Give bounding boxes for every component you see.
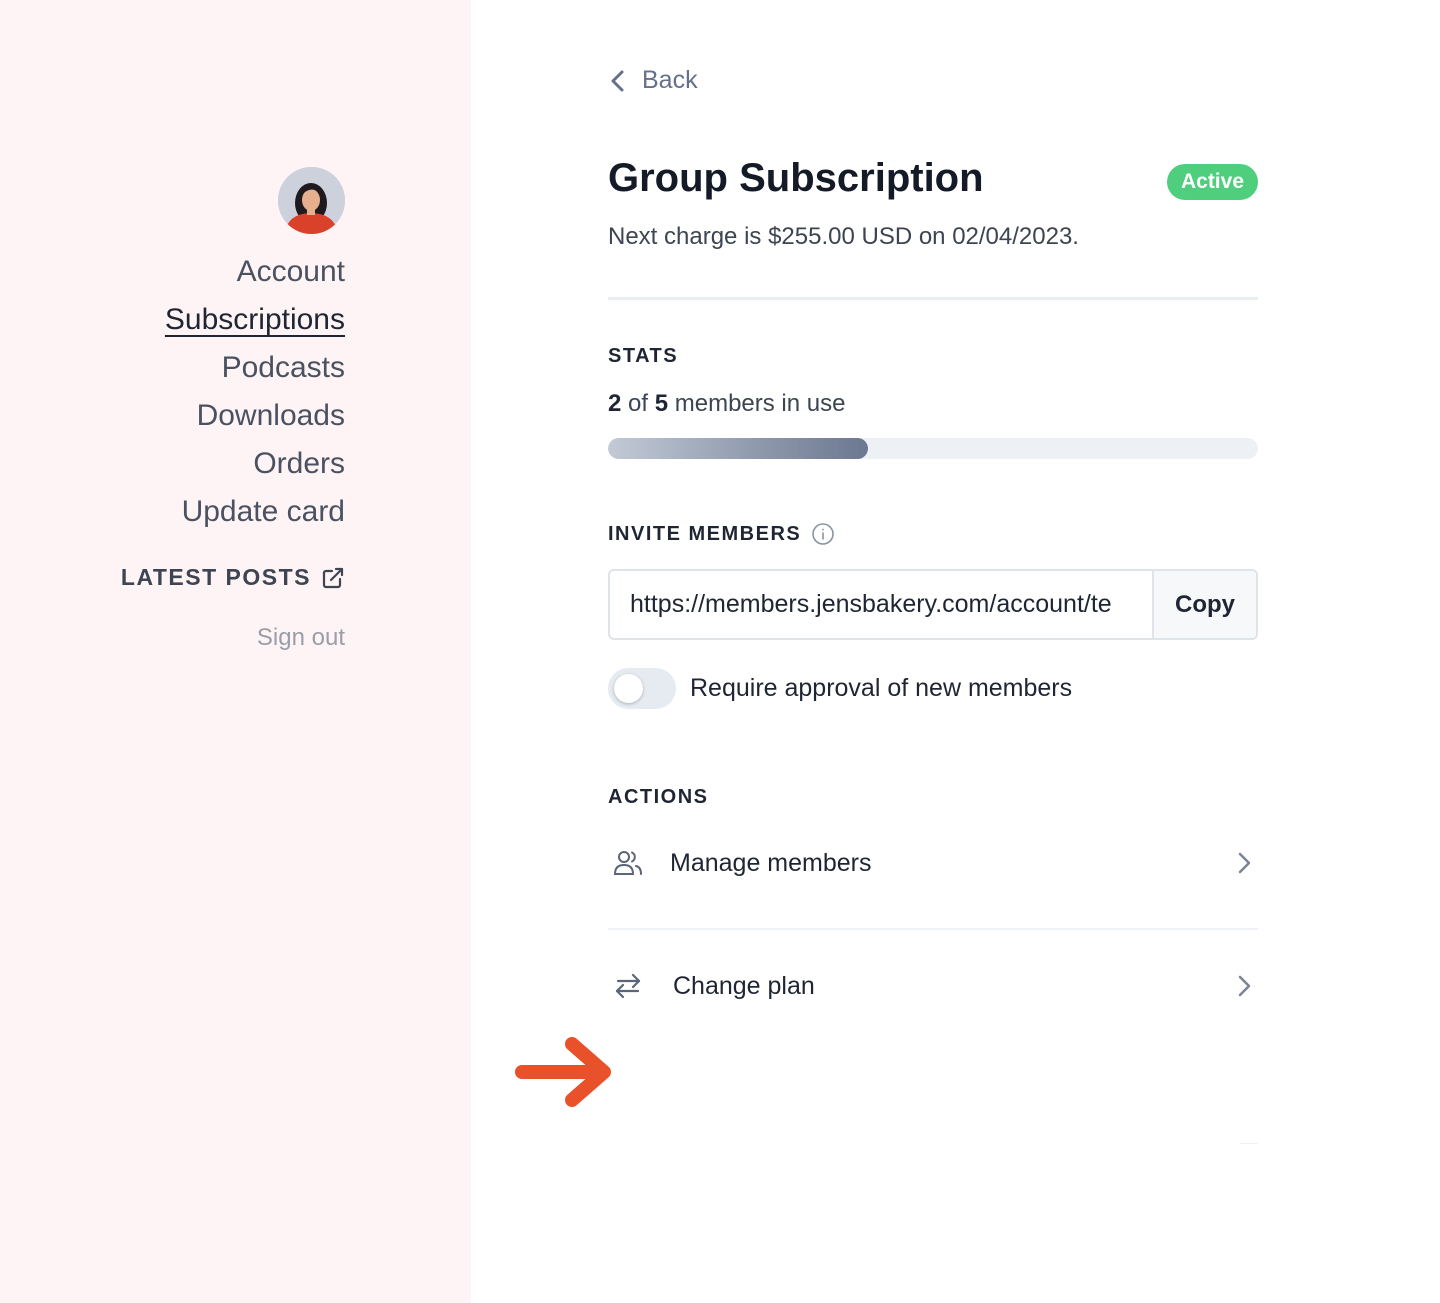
require-approval-label: Require approval of new members — [690, 674, 1073, 702]
status-badge: Active — [1166, 164, 1258, 200]
latest-posts-label: LATEST POSTS — [120, 564, 311, 590]
back-link[interactable]: Back — [608, 66, 698, 95]
account-nav: Account Subscriptions Podcasts Downloads… — [165, 248, 345, 536]
latest-posts-link[interactable]: LATEST POSTS — [121, 564, 345, 591]
members-total-count: 5 — [654, 390, 669, 417]
chevron-left-icon — [611, 70, 624, 91]
swap-arrows-icon — [608, 966, 648, 1006]
stats-heading: STATS — [608, 345, 679, 367]
invite-link-field: Copy — [608, 569, 1258, 640]
members-progress-bar — [608, 438, 1258, 459]
next-charge-text: Next charge is $255.00 USD on 02/04/2023… — [608, 223, 1079, 250]
back-label: Back — [642, 66, 698, 94]
section-divider — [608, 297, 1258, 300]
invite-url-input[interactable] — [610, 571, 1152, 638]
members-usage-text: 2 of 5 members in use — [608, 390, 845, 418]
avatar-image — [278, 167, 345, 234]
change-plan-action[interactable]: Change plan — [608, 966, 1258, 1006]
nav-item-downloads[interactable]: Downloads — [197, 392, 345, 440]
invite-members-label: INVITE MEMBERS — [608, 522, 802, 545]
members-of-text: of — [621, 390, 655, 417]
toggle-knob — [614, 674, 643, 703]
nav-item-orders[interactable]: Orders — [253, 440, 345, 488]
sidebar: Account Subscriptions Podcasts Downloads… — [0, 0, 471, 1303]
sign-out-link[interactable]: Sign out — [257, 624, 345, 652]
action-divider — [608, 928, 1258, 930]
actions-heading: ACTIONS — [608, 786, 709, 808]
info-icon[interactable] — [811, 522, 835, 546]
approval-toggle-row: Require approval of new members — [608, 668, 1072, 709]
require-approval-toggle[interactable] — [608, 668, 676, 709]
change-plan-label: Change plan — [673, 971, 815, 1000]
nav-item-account[interactable]: Account — [237, 248, 345, 296]
members-suffix-text: members in use — [668, 390, 846, 417]
page-title: Group Subscription — [608, 156, 984, 200]
invite-members-heading: INVITE MEMBERS — [608, 522, 835, 546]
users-icon — [608, 843, 648, 883]
chevron-right-icon — [1238, 852, 1251, 874]
members-used-count: 2 — [608, 390, 622, 417]
manage-members-label: Manage members — [670, 848, 872, 877]
manage-members-action[interactable]: Manage members — [608, 843, 1258, 883]
nav-item-subscriptions[interactable]: Subscriptions — [165, 296, 345, 344]
page: Account Subscriptions Podcasts Downloads… — [0, 0, 1440, 1303]
nav-item-podcasts[interactable]: Podcasts — [222, 344, 345, 392]
copy-button[interactable]: Copy — [1152, 571, 1256, 638]
annotation-arrow-icon — [515, 1037, 611, 1107]
members-progress-fill — [608, 438, 868, 459]
nav-item-update-card[interactable]: Update card — [182, 488, 345, 536]
chevron-right-icon — [1238, 975, 1251, 997]
external-link-icon — [322, 567, 344, 588]
faint-divider — [1240, 1143, 1258, 1144]
avatar[interactable] — [278, 167, 345, 234]
